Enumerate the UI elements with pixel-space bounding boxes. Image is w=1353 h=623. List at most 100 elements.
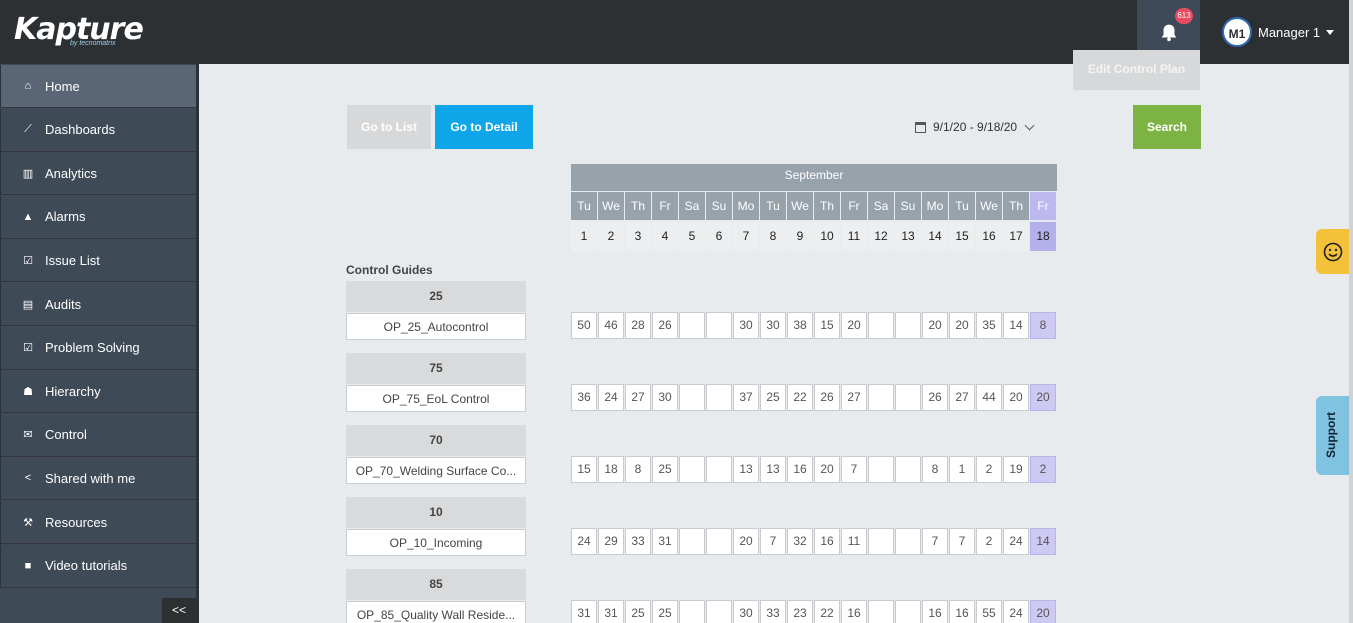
go-to-detail-button[interactable]: Go to Detail [435,105,533,149]
value-cell[interactable]: 30 [652,384,678,411]
value-cell[interactable] [895,528,921,555]
search-button[interactable]: Search [1133,105,1201,149]
support-tab[interactable]: Support [1316,396,1349,475]
date-cell[interactable]: 5 [679,222,705,251]
sidebar-item-video-tutorials[interactable]: ■ Video tutorials [0,544,196,588]
value-cell[interactable]: 33 [760,600,786,623]
date-cell[interactable]: 4 [652,222,678,251]
date-cell[interactable]: 15 [949,222,975,251]
value-cell[interactable] [895,456,921,483]
value-cell[interactable]: 25 [760,384,786,411]
page-scrollbar[interactable] [1349,0,1353,623]
control-guide-name[interactable]: OP_75_EoL Control [346,385,526,412]
date-cell[interactable]: 2 [598,222,624,251]
date-cell[interactable]: 9 [787,222,813,251]
control-guide-name[interactable]: OP_25_Autocontrol [346,313,526,340]
go-to-list-button[interactable]: Go to List [347,105,431,149]
value-cell[interactable]: 8 [1030,312,1056,339]
value-cell[interactable]: 22 [814,600,840,623]
value-cell[interactable]: 14 [1030,528,1056,555]
value-cell[interactable]: 26 [922,384,948,411]
value-cell[interactable]: 31 [598,600,624,623]
date-cell[interactable]: 6 [706,222,732,251]
value-cell[interactable]: 14 [1003,312,1029,339]
value-cell[interactable]: 46 [598,312,624,339]
date-cell[interactable]: 1 [571,222,597,251]
date-cell[interactable]: 12 [868,222,894,251]
date-cell[interactable]: 13 [895,222,921,251]
value-cell[interactable]: 32 [787,528,813,555]
value-cell[interactable]: 27 [841,384,867,411]
value-cell[interactable] [706,528,732,555]
value-cell[interactable]: 27 [949,384,975,411]
sidebar-item-shared-with-me[interactable]: < Shared with me [0,457,196,501]
value-cell[interactable] [679,528,705,555]
value-cell[interactable]: 25 [652,456,678,483]
value-cell[interactable]: 20 [1030,384,1056,411]
value-cell[interactable]: 22 [787,384,813,411]
sidebar-item-audits[interactable]: ▤ Audits [0,283,196,326]
value-cell[interactable]: 2 [1030,456,1056,483]
value-cell[interactable]: 1 [949,456,975,483]
value-cell[interactable]: 38 [787,312,813,339]
value-cell[interactable]: 30 [733,600,759,623]
control-guide-name[interactable]: OP_10_Incoming [346,529,526,556]
value-cell[interactable]: 20 [1003,384,1029,411]
value-cell[interactable]: 11 [841,528,867,555]
value-cell[interactable]: 20 [922,312,948,339]
value-cell[interactable]: 7 [922,528,948,555]
value-cell[interactable]: 8 [922,456,948,483]
date-cell[interactable]: 16 [976,222,1002,251]
value-cell[interactable]: 37 [733,384,759,411]
sidebar-item-analytics[interactable]: ▥ Analytics [0,152,196,196]
collapse-sidebar-button[interactable]: << [162,598,196,623]
value-cell[interactable]: 35 [976,312,1002,339]
value-cell[interactable]: 7 [760,528,786,555]
control-guide-name[interactable]: OP_70_Welding Surface Co... [346,457,526,484]
sidebar-item-issue-list[interactable]: ☑ Issue List [0,239,196,283]
value-cell[interactable] [895,384,921,411]
value-cell[interactable]: 24 [571,528,597,555]
edit-control-plan-button[interactable]: Edit Control Plan [1073,50,1200,90]
value-cell[interactable] [679,456,705,483]
value-cell[interactable]: 2 [976,456,1002,483]
value-cell[interactable] [679,384,705,411]
value-cell[interactable] [706,312,732,339]
value-cell[interactable] [706,600,732,623]
value-cell[interactable]: 15 [571,456,597,483]
user-menu[interactable]: M1 Manager 1 [1222,17,1335,47]
value-cell[interactable] [868,456,894,483]
value-cell[interactable]: 16 [949,600,975,623]
value-cell[interactable] [679,600,705,623]
value-cell[interactable]: 44 [976,384,1002,411]
value-cell[interactable]: 31 [571,600,597,623]
value-cell[interactable]: 16 [922,600,948,623]
value-cell[interactable]: 16 [841,600,867,623]
feedback-tab[interactable] [1316,229,1349,274]
value-cell[interactable]: 7 [949,528,975,555]
value-cell[interactable]: 36 [571,384,597,411]
value-cell[interactable]: 16 [787,456,813,483]
date-cell[interactable]: 10 [814,222,840,251]
date-cell[interactable]: 14 [922,222,948,251]
date-range-picker[interactable]: 9/1/20 - 9/18/20 [915,120,1035,134]
value-cell[interactable]: 31 [652,528,678,555]
value-cell[interactable] [868,528,894,555]
sidebar-item-home[interactable]: ⌂ Home [0,65,196,108]
value-cell[interactable] [895,600,921,623]
sidebar-item-hierarchy[interactable]: ☗ Hierarchy [0,370,196,414]
value-cell[interactable]: 24 [1003,528,1029,555]
value-cell[interactable]: 20 [1030,600,1056,623]
value-cell[interactable]: 20 [814,456,840,483]
control-guide-name[interactable]: OP_85_Quality Wall Reside... [346,601,526,623]
value-cell[interactable] [895,312,921,339]
value-cell[interactable]: 16 [814,528,840,555]
value-cell[interactable]: 26 [814,384,840,411]
date-cell[interactable]: 3 [625,222,651,251]
date-cell[interactable]: 11 [841,222,867,251]
value-cell[interactable]: 13 [733,456,759,483]
value-cell[interactable]: 24 [1003,600,1029,623]
sidebar-item-problem-solving[interactable]: ☑ Problem Solving [0,326,196,370]
value-cell[interactable]: 13 [760,456,786,483]
date-cell[interactable]: 8 [760,222,786,251]
